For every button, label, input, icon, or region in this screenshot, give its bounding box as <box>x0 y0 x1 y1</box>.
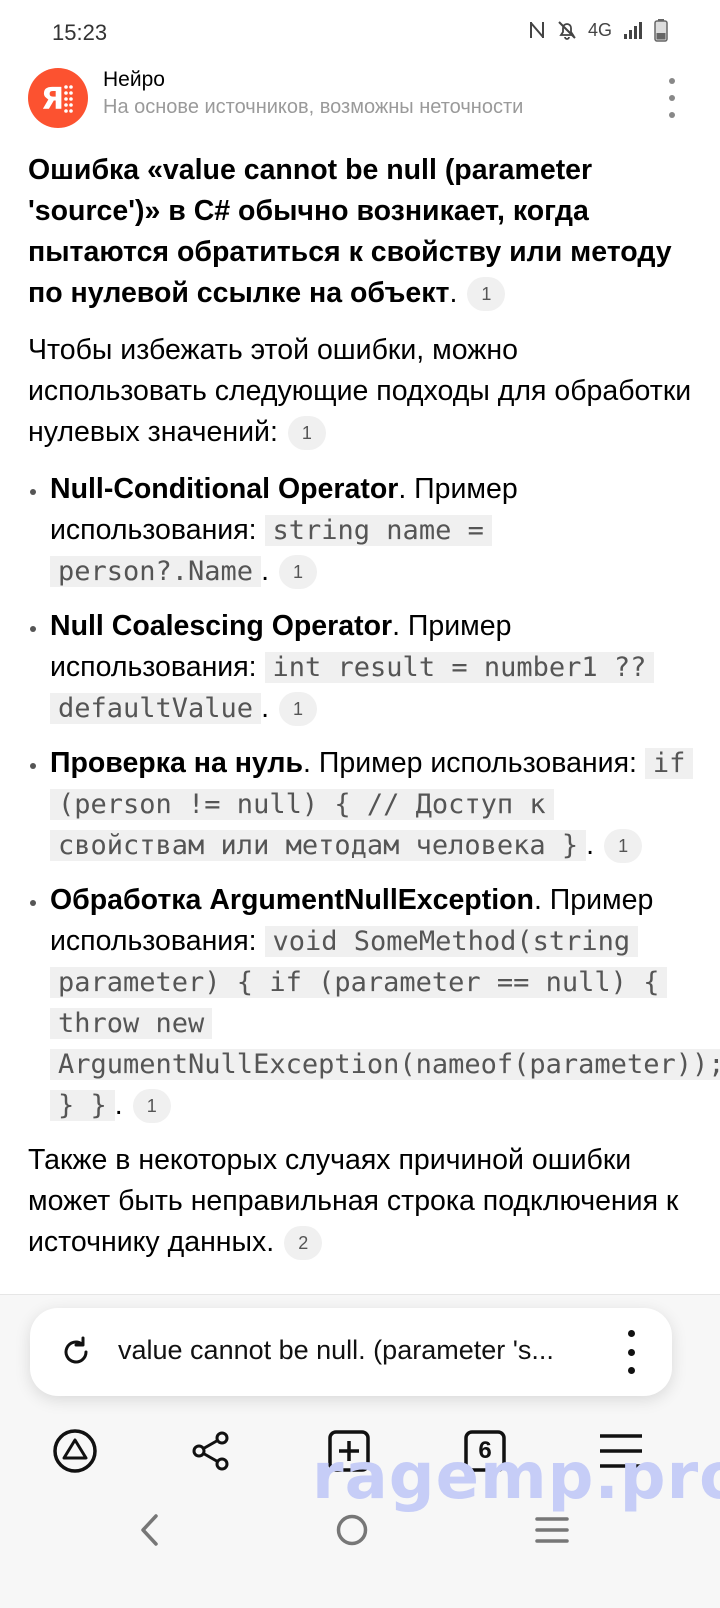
intro-bold-text: Ошибка «value cannot be null (parameter … <box>28 154 672 309</box>
citation-badge[interactable]: 1 <box>279 692 317 727</box>
status-time: 15:23 <box>52 20 108 45</box>
citation-badge[interactable]: 1 <box>132 1089 171 1124</box>
battery-icon <box>654 18 668 42</box>
recents-nav-icon[interactable] <box>530 1510 574 1550</box>
search-bar[interactable]: value cannot be null. (parameter 's... <box>30 1308 672 1396</box>
paragraph-3-text: Также в некоторых случаях причиной ошибк… <box>28 1144 679 1258</box>
header-title: Нейро <box>103 68 165 91</box>
nfc-icon <box>528 19 546 41</box>
answer-paragraph-2: Чтобы избежать этой ошибки, можно исполь… <box>28 330 698 453</box>
approaches-list: Null-Conditional Operator . Пример исполь… <box>28 469 720 1126</box>
list-item-title: Обработка ArgumentNullException <box>50 884 534 916</box>
citation-badge[interactable]: 1 <box>279 555 317 590</box>
yandex-neuro-logo: Я <box>28 68 88 128</box>
list-item-title: Проверка на нуль <box>50 747 304 779</box>
citation-badge[interactable]: 1 <box>287 416 326 451</box>
refresh-icon[interactable] <box>58 1334 94 1370</box>
list-item-text: . Пример использования: <box>303 747 645 779</box>
search-query[interactable]: value cannot be null. (parameter 's... <box>118 1335 554 1366</box>
alice-icon[interactable] <box>48 1424 102 1478</box>
answer-content: Ошибка «value cannot be null (parameter … <box>28 150 720 1279</box>
header-subtitle: На основе источников, возможны неточност… <box>103 96 524 118</box>
neuro-header: Я Нейро На основе источников, возможны н… <box>0 64 720 130</box>
list-item-end: . <box>586 829 595 861</box>
list-item-end: . <box>114 1089 123 1121</box>
back-nav-icon[interactable] <box>128 1510 172 1550</box>
list-item: Проверка на нуль. Пример использования: … <box>28 743 698 866</box>
signal-icon <box>622 19 644 41</box>
home-nav-icon[interactable] <box>330 1510 374 1550</box>
kebab-menu-icon[interactable] <box>626 1330 636 1374</box>
list-item: Null-Conditional Operator. Пример исполь… <box>28 469 698 592</box>
paragraph-2-text: Чтобы избежать этой ошибки, можно исполь… <box>28 334 692 448</box>
network-label: 4G <box>587 19 612 40</box>
list-item: Обработка ArgumentNullException. Пример … <box>28 880 720 1126</box>
status-icons: 4G <box>528 18 668 42</box>
answer-paragraph-3: Также в некоторых случаях причиной ошибк… <box>28 1140 698 1263</box>
citation-badge[interactable]: 1 <box>604 829 643 864</box>
list-item-title: Null-Conditional Operator <box>50 473 399 505</box>
status-bar: 15:23 4G <box>0 0 720 64</box>
answer-intro: Ошибка «value cannot be null (parameter … <box>28 150 698 314</box>
list-item-title: Null Coalescing Operator <box>50 610 393 642</box>
kebab-menu-icon[interactable] <box>660 78 684 118</box>
system-nav-bar <box>0 1500 720 1560</box>
share-icon[interactable] <box>184 1424 238 1478</box>
citation-badge[interactable]: 1 <box>467 277 506 312</box>
list-item-end: . <box>261 692 269 724</box>
bell-off-icon <box>556 19 578 41</box>
intro-end: . <box>449 277 458 309</box>
list-item-end: . <box>261 555 269 587</box>
svg-text:Я: Я <box>41 82 64 117</box>
citation-badge[interactable]: 2 <box>284 1226 323 1261</box>
list-item: Null Coalescing Operator. Пример использ… <box>28 606 698 729</box>
